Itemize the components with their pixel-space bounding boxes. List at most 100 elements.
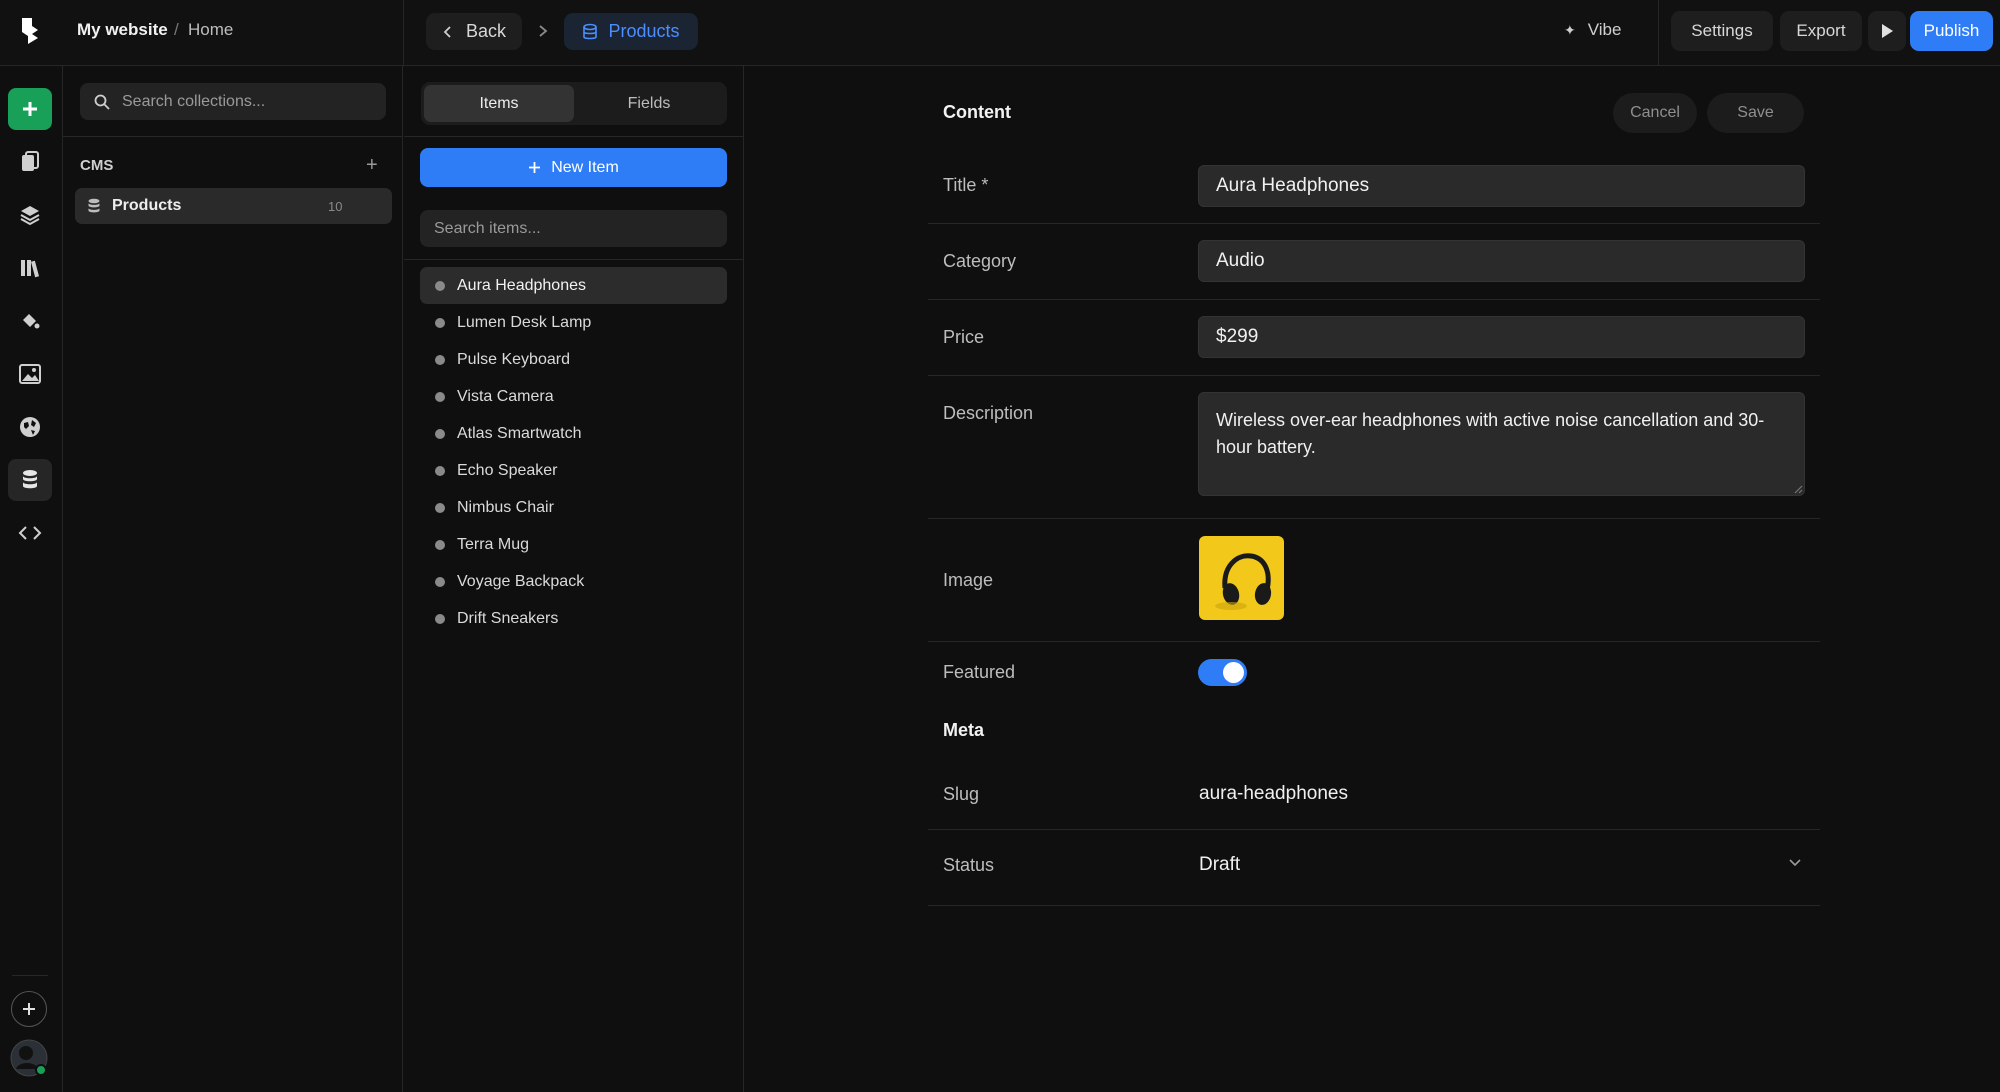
new-item-button[interactable]: New Item [420, 148, 727, 187]
chevron-down-icon[interactable] [1788, 858, 1802, 868]
item-row[interactable]: Terra Mug [420, 526, 727, 563]
status-select[interactable]: Draft [1199, 854, 1240, 876]
vibe-button[interactable]: ✦ Vibe [1564, 20, 1621, 40]
category-field[interactable]: Audio [1198, 240, 1805, 282]
items-search-placeholder: Search items... [434, 219, 541, 237]
breadcrumb-site[interactable]: My website [77, 20, 168, 40]
status-dot [435, 465, 445, 476]
status-label: Status [943, 855, 995, 875]
category-label: Category [943, 251, 1017, 271]
price-label: Price [943, 327, 985, 347]
sparkle-icon: ✦ [1564, 21, 1576, 38]
divider [928, 223, 1820, 224]
divider [63, 136, 403, 137]
divider [928, 299, 1820, 300]
description-label: Description [943, 403, 1034, 423]
styles-button[interactable] [8, 300, 52, 342]
featured-toggle[interactable] [1198, 659, 1247, 686]
plus-icon [529, 162, 541, 173]
code-button[interactable] [8, 512, 52, 554]
item-row[interactable]: Pulse Keyboard [420, 341, 727, 378]
preview-button[interactable] [1868, 11, 1906, 51]
item-label: Lumen Desk Lamp [457, 313, 592, 331]
library-button[interactable] [8, 247, 52, 289]
chevron-left-icon [443, 25, 451, 38]
divider [403, 0, 404, 66]
settings-button[interactable]: Settings [1671, 11, 1773, 51]
publish-button[interactable]: Publish [1910, 11, 1993, 51]
item-row[interactable]: Lumen Desk Lamp [420, 304, 727, 341]
item-label: Terra Mug [457, 535, 530, 553]
title-field[interactable]: Aura Headphones [1198, 165, 1805, 207]
description-textarea[interactable]: Wireless over-ear headphones with active… [1198, 392, 1805, 496]
collection-item-products[interactable]: Products 10 [75, 188, 392, 224]
item-row[interactable]: Echo Speaker [420, 452, 727, 489]
items-search-input[interactable]: Search items... [420, 210, 727, 247]
item-label: Aura Headphones [457, 276, 586, 294]
featured-label: Featured [943, 662, 1016, 682]
title-label: Title * [943, 175, 989, 195]
divider [928, 641, 1820, 642]
slug-label: Slug [943, 784, 980, 804]
status-dot [435, 317, 445, 328]
add-button[interactable] [11, 991, 47, 1027]
chevron-right-icon [539, 25, 548, 37]
item-row[interactable]: Atlas Smartwatch [420, 415, 727, 452]
layers-button[interactable] [8, 194, 52, 236]
status-dot [435, 428, 445, 439]
item-row[interactable]: Vista Camera [420, 378, 727, 415]
item-label: Pulse Keyboard [457, 350, 570, 368]
library-icon [21, 260, 40, 278]
image-thumbnail[interactable] [1199, 536, 1284, 620]
price-field[interactable]: $299 [1198, 316, 1805, 358]
status-dot [435, 280, 445, 291]
slug-value[interactable]: aura-headphones [1199, 783, 1348, 805]
item-row[interactable]: Aura Headphones [420, 267, 727, 304]
add-element-button[interactable] [8, 88, 52, 130]
item-row[interactable]: Voyage Backpack [420, 563, 727, 600]
cancel-button[interactable]: Cancel [1613, 93, 1697, 133]
item-label: Drift Sneakers [457, 609, 559, 627]
item-label: Vista Camera [457, 387, 554, 405]
cms-button[interactable] [8, 459, 52, 501]
resize-handle-icon[interactable] [1793, 484, 1803, 494]
add-collection-button[interactable]: + [366, 154, 378, 177]
divider [12, 975, 48, 976]
collection-tab-products[interactable]: Products [564, 13, 698, 50]
back-label: Back [465, 21, 507, 41]
tab-fields[interactable]: Fields [574, 85, 724, 122]
status-dot [435, 391, 445, 402]
code-icon [18, 526, 42, 540]
breadcrumb-separator: / [174, 20, 179, 39]
app-logo-icon[interactable] [18, 16, 42, 46]
back-button[interactable]: Back [426, 13, 522, 50]
database-icon [583, 23, 598, 39]
database-icon [88, 198, 100, 213]
export-button[interactable]: Export [1780, 11, 1862, 51]
plus-icon [23, 1003, 35, 1015]
save-button[interactable]: Save [1707, 93, 1804, 133]
item-row[interactable]: Drift Sneakers [420, 600, 727, 637]
globe-button[interactable] [8, 406, 52, 448]
tab-items[interactable]: Items [424, 85, 574, 122]
collection-item-count: 10 [328, 199, 343, 214]
plus-icon [23, 102, 37, 116]
collections-search-placeholder: Search collections... [122, 92, 266, 110]
content-heading: Content [943, 102, 1011, 122]
vibe-label: Vibe [1587, 20, 1622, 39]
item-row[interactable]: Nimbus Chair [420, 489, 727, 526]
assets-button[interactable] [8, 353, 52, 395]
divider [928, 905, 1820, 906]
divider [928, 518, 1820, 519]
top-bar: My website / Home Back Products ✦ Vibe S… [0, 0, 2000, 66]
collections-search-input[interactable]: Search collections... [80, 83, 386, 120]
status-dot [435, 613, 445, 624]
pages-button[interactable] [8, 141, 52, 183]
layers-icon [20, 206, 40, 226]
status-dot [435, 576, 445, 587]
breadcrumb-page[interactable]: Home [188, 20, 233, 40]
cms-section-label: CMS [80, 157, 114, 174]
avatar[interactable] [10, 1039, 48, 1077]
item-label: Echo Speaker [457, 461, 558, 479]
items-fields-toggle: Items Fields [421, 82, 727, 125]
